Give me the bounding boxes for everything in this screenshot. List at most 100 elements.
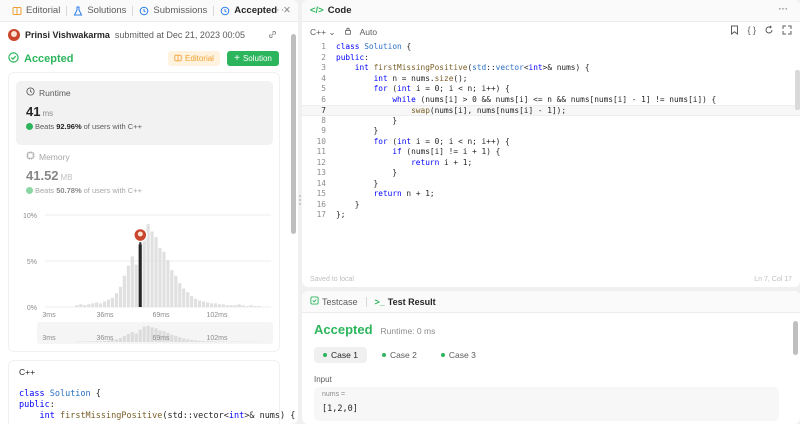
tab-submissions-label: Submissions bbox=[153, 5, 208, 16]
braces-icon[interactable]: { } bbox=[747, 25, 756, 38]
tab-submissions[interactable]: Submissions bbox=[133, 0, 213, 22]
editor-toolbar: C++ ⌄ Auto { } bbox=[302, 22, 800, 42]
left-scrollbar[interactable] bbox=[291, 34, 296, 234]
language-select[interactable]: C++ ⌄ bbox=[310, 27, 336, 38]
beats-suffix: of users with C++ bbox=[83, 186, 142, 195]
tab-testcase[interactable]: Testcase bbox=[310, 296, 358, 307]
chart-bar bbox=[182, 288, 186, 307]
code-text: int n = nums.size(); bbox=[373, 73, 468, 83]
x-tick-label: 36ms bbox=[96, 312, 114, 319]
case-tabs: Case 1 Case 2 Case 3 bbox=[314, 347, 485, 363]
result-scrollbar[interactable] bbox=[793, 321, 798, 355]
code-editor[interactable]: 1 class Solution { 2 public: 3 int firstMi… bbox=[302, 42, 800, 227]
code-text: } bbox=[336, 199, 360, 209]
code-scrollbar[interactable] bbox=[795, 70, 800, 110]
editorial-button[interactable]: Editorial bbox=[168, 51, 220, 66]
y-tick-label: 5% bbox=[27, 259, 37, 266]
result-runtime: Runtime: 0 ms bbox=[380, 326, 436, 336]
more-icon[interactable]: ··· bbox=[276, 4, 290, 16]
reset-icon[interactable] bbox=[764, 25, 774, 38]
brush-bar bbox=[174, 335, 178, 342]
passed-dot-icon bbox=[381, 353, 386, 357]
chart-bar-current bbox=[138, 244, 142, 307]
runtime-box[interactable]: Runtime 41 ms Beats 92.96% of users with … bbox=[16, 81, 273, 145]
chart-bar bbox=[150, 231, 154, 307]
code-line: int firstMissingPositive(std::vector<int… bbox=[39, 411, 296, 421]
code-line: 17}; bbox=[302, 210, 800, 221]
case-tab-3[interactable]: Case 3 bbox=[432, 347, 485, 363]
line-number: 15 bbox=[316, 189, 326, 198]
solution-button[interactable]: + Solution bbox=[227, 51, 279, 66]
code-line: 15 return n + 1; bbox=[302, 189, 800, 200]
input-box: nums = [1,2,0] bbox=[314, 387, 779, 421]
code-line: 5 for (int i = 0; i < n; i++) { bbox=[302, 84, 800, 95]
code-panel: </> Code ··· C++ ⌄ Auto { } 1 class Solut… bbox=[302, 0, 800, 287]
passed-dot-icon bbox=[323, 353, 327, 357]
code-text: } bbox=[336, 178, 379, 188]
code-text: }; bbox=[336, 210, 346, 219]
brush-bar bbox=[118, 338, 122, 342]
brush-bar bbox=[170, 334, 174, 342]
chart-bar bbox=[154, 237, 158, 307]
chart-bar bbox=[126, 265, 130, 307]
code-text: while (nums[i] > 0 && nums[i] <= n && nu… bbox=[392, 94, 717, 104]
code-text: int firstMissingPositive(std::vector<int… bbox=[354, 63, 590, 72]
code-line: 8 } bbox=[302, 116, 800, 127]
line-number: 6 bbox=[321, 94, 326, 104]
avatar[interactable] bbox=[8, 29, 20, 41]
code-text: if (nums[i] != i + 1) { bbox=[392, 147, 501, 156]
submission-meta: Prinsi Vishwakarma submitted at Dec 21, … bbox=[0, 25, 298, 45]
chart-bar bbox=[257, 306, 261, 307]
editorial-button-label: Editorial bbox=[185, 54, 214, 63]
code-line: 11 if (nums[i] != i + 1) { bbox=[302, 147, 800, 158]
beats-icon bbox=[26, 187, 33, 194]
case-label: Case 3 bbox=[448, 350, 476, 360]
line-number: 10 bbox=[316, 136, 326, 146]
code-line: class Solution { bbox=[19, 389, 101, 399]
chart-bar bbox=[95, 302, 99, 307]
save-status: Saved to local bbox=[310, 276, 354, 283]
chart-bar bbox=[158, 248, 162, 307]
case-label: Case 1 bbox=[331, 350, 358, 360]
brush-bar bbox=[126, 333, 130, 342]
chart-bar bbox=[79, 304, 83, 307]
case-tab-1[interactable]: Case 1 bbox=[314, 347, 367, 363]
passed-dot-icon bbox=[440, 353, 445, 357]
chart-bar bbox=[83, 305, 87, 307]
code-line: 10 for (int i = 0; i < n; i++) { bbox=[302, 137, 800, 148]
code-line: 13 } bbox=[302, 168, 800, 179]
line-number: 13 bbox=[316, 168, 326, 177]
code-text: return i + 1; bbox=[411, 157, 473, 167]
chart-bar bbox=[87, 304, 91, 307]
runtime-distribution-chart[interactable]: 10% 5% 0% 3ms 36ms 69ms 102ms 3ms 36ms 69ms 102ms bbox=[9, 207, 279, 347]
case-label: Case 2 bbox=[389, 350, 417, 360]
more-icon[interactable]: ··· bbox=[779, 4, 789, 15]
code-line: 16 } bbox=[302, 200, 800, 211]
runtime-label: Runtime bbox=[39, 87, 71, 98]
code-line: 14 } bbox=[302, 179, 800, 190]
link-icon[interactable] bbox=[267, 29, 278, 42]
tab-test-result[interactable]: >_ Test Result bbox=[375, 297, 436, 307]
left-tab-bar: Editorial Solutions Submissions Accepted… bbox=[0, 0, 298, 22]
bookmark-icon[interactable] bbox=[730, 25, 739, 38]
line-number: 2 bbox=[321, 52, 326, 62]
result-tab-bar: Testcase >_ Test Result bbox=[302, 291, 800, 313]
solution-button-label: Solution bbox=[242, 54, 272, 63]
auto-label[interactable]: Auto bbox=[360, 27, 378, 37]
brush-bar bbox=[134, 333, 138, 342]
tab-editorial-label: Editorial bbox=[26, 5, 61, 16]
brush-bar bbox=[122, 335, 126, 342]
expand-icon[interactable] bbox=[782, 25, 792, 38]
user-name[interactable]: Prinsi Vishwakarma bbox=[25, 30, 110, 40]
tab-solutions[interactable]: Solutions bbox=[67, 0, 132, 22]
tab-editorial[interactable]: Editorial bbox=[6, 0, 66, 22]
case-tab-2[interactable]: Case 2 bbox=[373, 347, 426, 363]
code-line: 12 return i + 1; bbox=[302, 158, 800, 169]
line-number: 3 bbox=[321, 63, 326, 72]
code-line: 9 } bbox=[302, 126, 800, 137]
runtime-beats: Beats 92.96% of users with C++ bbox=[26, 122, 263, 131]
memory-box[interactable]: Memory 41.52 MB Beats 50.78% of users wit… bbox=[16, 149, 273, 197]
tab-divider bbox=[365, 296, 367, 307]
chart-bar bbox=[178, 283, 182, 307]
code-text: } bbox=[336, 168, 398, 177]
